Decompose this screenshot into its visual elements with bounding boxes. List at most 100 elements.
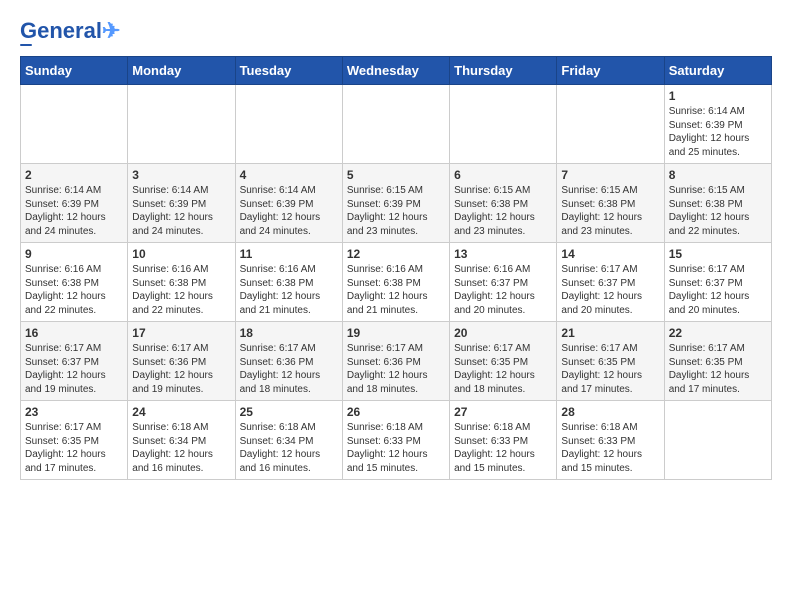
day-number: 11	[240, 247, 338, 261]
day-number: 15	[669, 247, 767, 261]
day-info: Sunrise: 6:16 AMSunset: 6:38 PMDaylight:…	[25, 263, 123, 317]
logo-general: General✈	[20, 20, 120, 42]
day-number: 18	[240, 326, 338, 340]
weekday-sunday: Sunday	[21, 57, 128, 85]
day-info: Sunrise: 6:17 AMSunset: 6:36 PMDaylight:…	[132, 342, 230, 396]
day-cell: 18 Sunrise: 6:17 AMSunset: 6:36 PMDayligh…	[235, 322, 342, 401]
day-info: Sunrise: 6:17 AMSunset: 6:36 PMDaylight:…	[240, 342, 338, 396]
day-cell: 12 Sunrise: 6:16 AMSunset: 6:38 PMDayligh…	[342, 243, 449, 322]
day-number: 4	[240, 168, 338, 182]
weekday-tuesday: Tuesday	[235, 57, 342, 85]
day-cell	[128, 85, 235, 164]
day-info: Sunrise: 6:17 AMSunset: 6:37 PMDaylight:…	[561, 263, 659, 317]
day-cell: 2Sunrise: 6:14 AMSunset: 6:39 PMDaylight…	[21, 164, 128, 243]
day-info: Sunrise: 6:16 AMSunset: 6:38 PMDaylight:…	[240, 263, 338, 317]
day-cell	[21, 85, 128, 164]
day-info: Sunrise: 6:18 AMSunset: 6:34 PMDaylight:…	[240, 421, 338, 475]
day-number: 22	[669, 326, 767, 340]
day-number: 7	[561, 168, 659, 182]
week-row-4: 16 Sunrise: 6:17 AMSunset: 6:37 PMDayligh…	[21, 322, 772, 401]
day-info: Sunrise: 6:15 AMSunset: 6:38 PMDaylight:…	[669, 184, 767, 238]
weekday-friday: Friday	[557, 57, 664, 85]
day-cell	[664, 401, 771, 480]
day-number: 25	[240, 405, 338, 419]
day-number: 17	[132, 326, 230, 340]
day-info: Sunrise: 6:14 AMSunset: 6:39 PMDaylight:…	[240, 184, 338, 238]
calendar-table: SundayMondayTuesdayWednesdayThursdayFrid…	[20, 56, 772, 480]
day-cell: 27 Sunrise: 6:18 AMSunset: 6:33 PMDayligh…	[450, 401, 557, 480]
day-cell: 6 Sunrise: 6:15 AMSunset: 6:38 PMDaylight…	[450, 164, 557, 243]
day-info: Sunrise: 6:16 AMSunset: 6:38 PMDaylight:…	[347, 263, 445, 317]
day-info: Sunrise: 6:18 AMSunset: 6:34 PMDaylight:…	[132, 421, 230, 475]
day-cell: 9 Sunrise: 6:16 AMSunset: 6:38 PMDaylight…	[21, 243, 128, 322]
day-cell: 25 Sunrise: 6:18 AMSunset: 6:34 PMDayligh…	[235, 401, 342, 480]
day-cell: 20 Sunrise: 6:17 AMSunset: 6:35 PMDayligh…	[450, 322, 557, 401]
weekday-monday: Monday	[128, 57, 235, 85]
weekday-thursday: Thursday	[450, 57, 557, 85]
weekday-header-row: SundayMondayTuesdayWednesdayThursdayFrid…	[21, 57, 772, 85]
day-info: Sunrise: 6:14 AMSunset: 6:39 PMDaylight:…	[132, 184, 230, 238]
day-cell: 19 Sunrise: 6:17 AMSunset: 6:36 PMDayligh…	[342, 322, 449, 401]
day-info: Sunrise: 6:17 AMSunset: 6:36 PMDaylight:…	[347, 342, 445, 396]
day-number: 19	[347, 326, 445, 340]
week-row-5: 23Sunrise: 6:17 AMSunset: 6:35 PMDayligh…	[21, 401, 772, 480]
day-number: 26	[347, 405, 445, 419]
day-info: Sunrise: 6:18 AMSunset: 6:33 PMDaylight:…	[454, 421, 552, 475]
day-cell: 22 Sunrise: 6:17 AMSunset: 6:35 PMDayligh…	[664, 322, 771, 401]
day-cell	[557, 85, 664, 164]
day-number: 16	[25, 326, 123, 340]
day-cell: 3 Sunrise: 6:14 AMSunset: 6:39 PMDaylight…	[128, 164, 235, 243]
day-number: 14	[561, 247, 659, 261]
day-number: 12	[347, 247, 445, 261]
day-cell: 23Sunrise: 6:17 AMSunset: 6:35 PMDayligh…	[21, 401, 128, 480]
day-number: 10	[132, 247, 230, 261]
week-row-1: 1Sunrise: 6:14 AMSunset: 6:39 PMDaylight…	[21, 85, 772, 164]
day-info: Sunrise: 6:15 AMSunset: 6:39 PMDaylight:…	[347, 184, 445, 238]
day-cell: 13Sunrise: 6:16 AMSunset: 6:37 PMDayligh…	[450, 243, 557, 322]
day-number: 6	[454, 168, 552, 182]
weekday-wednesday: Wednesday	[342, 57, 449, 85]
week-row-3: 9 Sunrise: 6:16 AMSunset: 6:38 PMDaylight…	[21, 243, 772, 322]
day-cell: 4 Sunrise: 6:14 AMSunset: 6:39 PMDaylight…	[235, 164, 342, 243]
day-cell: 17 Sunrise: 6:17 AMSunset: 6:36 PMDayligh…	[128, 322, 235, 401]
day-cell: 11 Sunrise: 6:16 AMSunset: 6:38 PMDayligh…	[235, 243, 342, 322]
day-cell: 1Sunrise: 6:14 AMSunset: 6:39 PMDaylight…	[664, 85, 771, 164]
day-cell: 7 Sunrise: 6:15 AMSunset: 6:38 PMDaylight…	[557, 164, 664, 243]
day-number: 9	[25, 247, 123, 261]
day-info: Sunrise: 6:15 AMSunset: 6:38 PMDaylight:…	[561, 184, 659, 238]
day-info: Sunrise: 6:17 AMSunset: 6:35 PMDaylight:…	[454, 342, 552, 396]
day-info: Sunrise: 6:15 AMSunset: 6:38 PMDaylight:…	[454, 184, 552, 238]
day-number: 28	[561, 405, 659, 419]
day-number: 3	[132, 168, 230, 182]
day-cell: 8 Sunrise: 6:15 AMSunset: 6:38 PMDaylight…	[664, 164, 771, 243]
day-cell: 21 Sunrise: 6:17 AMSunset: 6:35 PMDayligh…	[557, 322, 664, 401]
day-info: Sunrise: 6:17 AMSunset: 6:37 PMDaylight:…	[669, 263, 767, 317]
day-info: Sunrise: 6:14 AMSunset: 6:39 PMDaylight:…	[25, 184, 123, 238]
day-info: Sunrise: 6:17 AMSunset: 6:35 PMDaylight:…	[669, 342, 767, 396]
day-cell: 26Sunrise: 6:18 AMSunset: 6:33 PMDayligh…	[342, 401, 449, 480]
day-cell: 28 Sunrise: 6:18 AMSunset: 6:33 PMDayligh…	[557, 401, 664, 480]
day-info: Sunrise: 6:16 AMSunset: 6:38 PMDaylight:…	[132, 263, 230, 317]
day-number: 21	[561, 326, 659, 340]
page-header: General✈	[20, 20, 772, 46]
day-info: Sunrise: 6:18 AMSunset: 6:33 PMDaylight:…	[561, 421, 659, 475]
day-number: 5	[347, 168, 445, 182]
day-number: 20	[454, 326, 552, 340]
day-info: Sunrise: 6:17 AMSunset: 6:35 PMDaylight:…	[561, 342, 659, 396]
week-row-2: 2Sunrise: 6:14 AMSunset: 6:39 PMDaylight…	[21, 164, 772, 243]
day-cell: 5 Sunrise: 6:15 AMSunset: 6:39 PMDaylight…	[342, 164, 449, 243]
logo: General✈	[20, 20, 120, 46]
day-number: 8	[669, 168, 767, 182]
day-info: Sunrise: 6:17 AMSunset: 6:37 PMDaylight:…	[25, 342, 123, 396]
day-cell	[235, 85, 342, 164]
day-cell: 16 Sunrise: 6:17 AMSunset: 6:37 PMDayligh…	[21, 322, 128, 401]
day-number: 1	[669, 89, 767, 103]
day-cell: 24Sunrise: 6:18 AMSunset: 6:34 PMDayligh…	[128, 401, 235, 480]
day-number: 23	[25, 405, 123, 419]
day-cell: 14 Sunrise: 6:17 AMSunset: 6:37 PMDayligh…	[557, 243, 664, 322]
day-number: 27	[454, 405, 552, 419]
day-cell: 15 Sunrise: 6:17 AMSunset: 6:37 PMDayligh…	[664, 243, 771, 322]
day-cell	[342, 85, 449, 164]
logo-blue	[20, 44, 32, 46]
day-cell	[450, 85, 557, 164]
